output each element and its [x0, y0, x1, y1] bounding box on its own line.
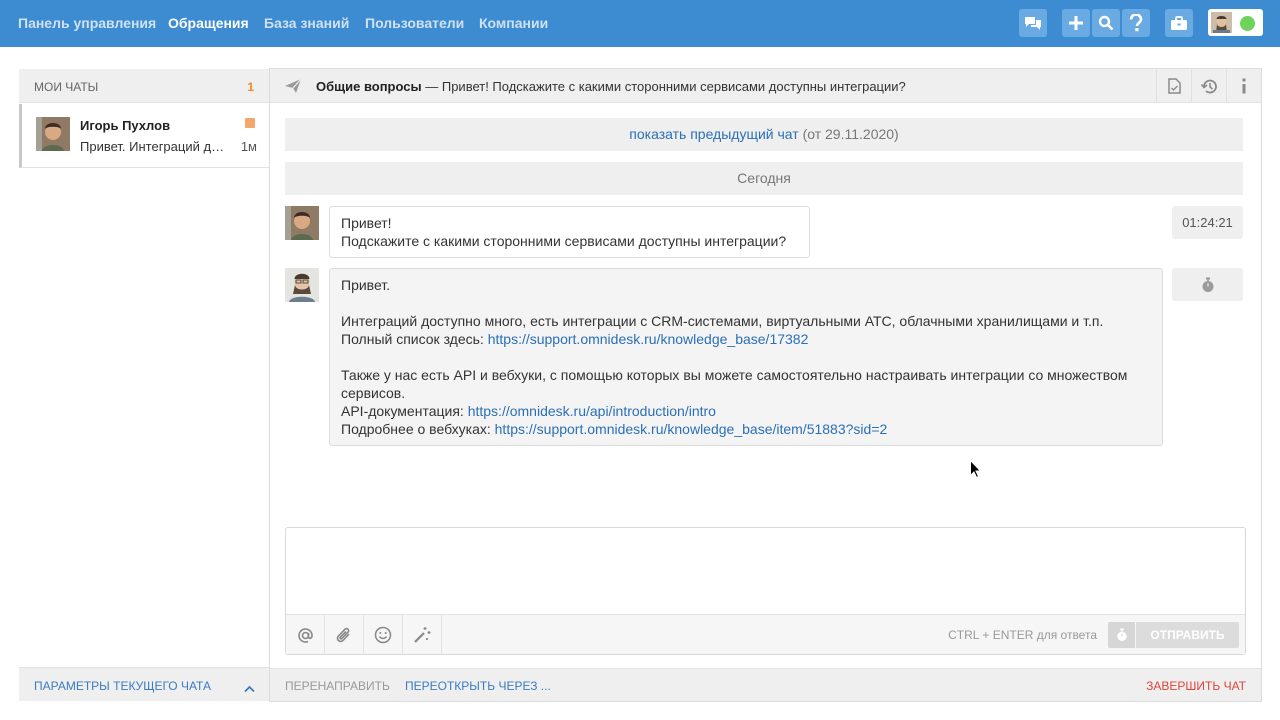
nav-tickets[interactable]: Обращения	[168, 15, 249, 31]
chat-subject-text: Привет! Подскажите с какими сторонними с…	[441, 79, 906, 94]
chat-list-header: МОИ ЧАТЫ 1	[19, 69, 269, 103]
previous-chat-bar: показать предыдущий чат (от 29.11.2020)	[285, 118, 1243, 151]
chat-bubbles-icon	[1025, 17, 1041, 30]
emoji-button[interactable]	[364, 615, 403, 655]
customer-message-avatar	[285, 206, 319, 240]
send-button[interactable]: ОТПРАВИТЬ	[1136, 622, 1239, 648]
at-icon	[297, 627, 313, 643]
send-shortcut-hint: CTRL + ENTER для ответа	[948, 628, 1097, 642]
current-chat-params-toggle[interactable]: ПАРАМЕТРЫ ТЕКУЩЕГО ЧАТА	[19, 667, 269, 701]
info-icon	[1242, 78, 1246, 94]
nav-users[interactable]: Пользователи	[365, 15, 464, 31]
paperclip-icon	[336, 627, 350, 643]
delayed-send-button[interactable]	[1108, 622, 1135, 648]
document-button[interactable]	[1156, 69, 1191, 103]
chat-list-panel: МОИ ЧАТЫ 1 Игорь Пухлов Привет. Интеграц…	[18, 68, 270, 702]
chat-time: 1м	[240, 139, 257, 154]
api-docs-link[interactable]: https://omnidesk.ru/api/introduction/int…	[468, 403, 716, 419]
chats-button[interactable]	[1019, 9, 1047, 37]
agent-message: Привет. Интеграций доступно много, есть …	[329, 268, 1163, 446]
mouse-cursor	[970, 459, 982, 481]
smile-icon	[374, 626, 392, 644]
attach-file-button[interactable]	[325, 615, 364, 655]
show-previous-chat-link[interactable]: показать предыдущий чат	[629, 126, 798, 142]
previous-chat-date: (от 29.11.2020)	[802, 126, 899, 142]
help-button[interactable]	[1122, 9, 1150, 37]
plus-icon	[1069, 16, 1083, 30]
briefcase-button[interactable]	[1165, 9, 1193, 37]
document-icon	[1167, 78, 1181, 94]
top-navigation-bar: Панель управления Обращения База знаний …	[0, 0, 1280, 47]
briefcase-icon	[1171, 15, 1187, 30]
online-status-indicator	[1240, 16, 1255, 31]
avatar	[1211, 12, 1232, 33]
finish-chat-button[interactable]: ЗАВЕРШИТЬ ЧАТ	[1146, 679, 1246, 693]
current-chat-params-label: ПАРАМЕТРЫ ТЕКУЩЕГО ЧАТА	[34, 679, 211, 693]
customer-avatar	[36, 117, 70, 151]
nav-dashboard[interactable]: Панель управления	[18, 15, 156, 31]
nav-companies[interactable]: Компании	[479, 15, 548, 31]
search-icon	[1098, 15, 1114, 31]
mention-button[interactable]	[286, 615, 325, 655]
profile-menu[interactable]	[1208, 9, 1263, 36]
history-button[interactable]	[1191, 69, 1226, 103]
message-pending-timer	[1172, 268, 1243, 301]
unread-badge	[245, 118, 255, 128]
chat-preview-text: Привет. Интеграций доступно много	[80, 139, 228, 154]
customer-name: Игорь Пухлов	[80, 118, 171, 133]
info-button[interactable]	[1226, 69, 1261, 103]
chat-group: Общие вопросы	[316, 79, 422, 94]
stopwatch-icon	[1202, 277, 1213, 292]
day-separator: Сегодня	[285, 162, 1243, 195]
chat-count-badge: 1	[247, 80, 254, 94]
chat-actions-bar: ПЕРЕНАПРАВИТЬ ПЕРЕОТКРЫТЬ ЧЕРЕЗ ... ЗАВЕ…	[270, 668, 1261, 701]
webhooks-link[interactable]: https://support.omnidesk.ru/knowledge_ba…	[495, 421, 888, 437]
chat-list-title: МОИ ЧАТЫ	[34, 80, 99, 94]
customer-message: Привет! Подскажите с какими сторонними с…	[329, 206, 810, 258]
redirect-button[interactable]: ПЕРЕНАПРАВИТЬ	[285, 679, 390, 693]
nav-knowledge-base[interactable]: База знаний	[264, 15, 349, 31]
chevron-up-icon	[244, 680, 255, 696]
reply-composer: CTRL + ENTER для ответа ОТПРАВИТЬ	[285, 527, 1246, 655]
reopen-later-button[interactable]: ПЕРЕОТКРЫТЬ ЧЕРЕЗ ...	[405, 679, 551, 693]
agent-message-avatar	[285, 268, 319, 302]
composer-toolbar: CTRL + ENTER для ответа ОТПРАВИТЬ	[286, 614, 1245, 655]
stopwatch-icon	[1116, 628, 1127, 641]
chat-header: Общие вопросы — Привет! Подскажите с как…	[270, 69, 1261, 103]
history-icon	[1200, 79, 1217, 93]
integrations-list-link[interactable]: https://support.omnidesk.ru/knowledge_ba…	[488, 331, 809, 347]
chat-list-item[interactable]: Игорь Пухлов Привет. Интеграций доступно…	[19, 104, 269, 168]
paper-plane-icon	[284, 78, 302, 97]
search-button[interactable]	[1092, 9, 1120, 37]
message-timestamp: 01:24:21	[1172, 206, 1243, 239]
chat-subject: Общие вопросы — Привет! Подскажите с как…	[316, 79, 906, 94]
templates-button[interactable]	[403, 615, 442, 655]
reply-input[interactable]	[286, 528, 1245, 614]
magic-wand-icon	[414, 627, 431, 643]
add-button[interactable]	[1062, 9, 1090, 37]
question-icon	[1129, 14, 1143, 32]
